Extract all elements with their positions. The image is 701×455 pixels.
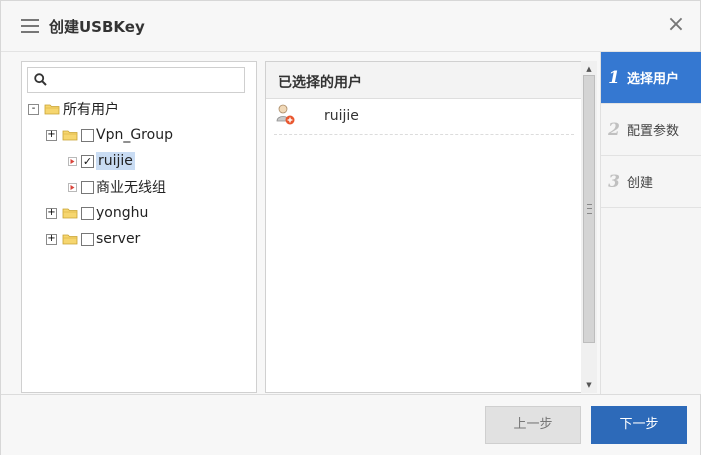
folder-icon	[62, 234, 78, 245]
tree-node-yonghu[interactable]: + yonghu	[46, 202, 148, 224]
tree-checkbox[interactable]	[81, 128, 94, 142]
close-icon[interactable]: ×	[666, 14, 686, 36]
tree-checkbox[interactable]	[81, 232, 94, 246]
user-tree-panel: - 所有用户 + Vpn_Group ✓ ruijie 商业无线组 + yong…	[21, 61, 257, 393]
tree-node-vpn-group[interactable]: + Vpn_Group	[46, 124, 173, 146]
user-leaf-icon	[68, 156, 77, 166]
tree-search-input[interactable]	[52, 69, 244, 91]
create-usbkey-dialog: 创建USBKey × - 所有用户 + Vpn_Group ✓ ruijie 商…	[0, 0, 701, 455]
folder-icon	[62, 130, 78, 141]
step-create[interactable]: 3 创建	[601, 156, 701, 208]
tree-search-box	[27, 67, 245, 93]
user-leaf-icon	[68, 182, 77, 192]
tree-node-label: Vpn_Group	[96, 127, 173, 143]
step-number: 3	[608, 171, 620, 192]
dialog-footer: 上一步 下一步	[1, 394, 700, 455]
wizard-steps: 1 选择用户 2 配置参数 3 创建	[600, 52, 701, 394]
selected-users-header: 已选择的用户	[266, 62, 581, 99]
tree-node-ruijie[interactable]: ✓ ruijie	[68, 150, 135, 172]
step-number: 1	[608, 67, 620, 88]
collapse-toggle[interactable]: -	[28, 103, 39, 115]
expand-toggle[interactable]: +	[46, 207, 57, 219]
tree-checkbox[interactable]	[81, 180, 94, 194]
selected-users-panel: 已选择的用户 ruijie	[265, 61, 582, 393]
step-number: 2	[608, 119, 620, 140]
step-configure-params[interactable]: 2 配置参数	[601, 104, 701, 156]
step-label: 选择用户	[627, 72, 680, 87]
tree-checkbox[interactable]	[81, 206, 94, 220]
tree-node-root[interactable]: - 所有用户	[28, 98, 119, 120]
tree-checkbox-checked[interactable]: ✓	[81, 154, 94, 168]
user-add-icon	[276, 104, 295, 125]
selected-users-title: 已选择的用户	[278, 75, 362, 91]
tree-node-label: server	[96, 231, 141, 247]
selected-user-item[interactable]: ruijie	[274, 104, 574, 135]
step-label: 创建	[627, 176, 654, 191]
scrollbar-thumb[interactable]	[583, 75, 595, 343]
selected-user-name: ruijie	[324, 108, 359, 124]
vertical-scrollbar[interactable]: ▲ ▼	[581, 61, 597, 393]
tree-node-label: 商业无线组	[96, 180, 166, 196]
tree-node-label: 所有用户	[63, 102, 119, 118]
expand-toggle[interactable]: +	[46, 233, 57, 245]
scroll-up-arrow-icon[interactable]: ▲	[581, 63, 597, 75]
step-select-users[interactable]: 1 选择用户	[601, 52, 701, 104]
tree-node-label: yonghu	[96, 205, 149, 221]
next-step-button[interactable]: 下一步	[591, 406, 687, 444]
previous-step-button[interactable]: 上一步	[485, 406, 581, 444]
folder-open-icon	[44, 104, 60, 115]
tree-node-business-wireless[interactable]: 商业无线组	[68, 176, 166, 198]
search-icon	[34, 73, 47, 86]
folder-icon	[62, 208, 78, 219]
scrollbar-grip-icon	[587, 204, 592, 214]
step-label: 配置参数	[627, 124, 680, 139]
scroll-down-arrow-icon[interactable]: ▼	[581, 379, 597, 391]
hamburger-menu-icon[interactable]	[21, 19, 39, 33]
dialog-titlebar: 创建USBKey ×	[1, 1, 700, 52]
tree-node-server[interactable]: + server	[46, 228, 140, 250]
tree-node-label: ruijie	[96, 152, 135, 170]
expand-toggle[interactable]: +	[46, 129, 57, 141]
dialog-title: 创建USBKey	[49, 18, 145, 36]
